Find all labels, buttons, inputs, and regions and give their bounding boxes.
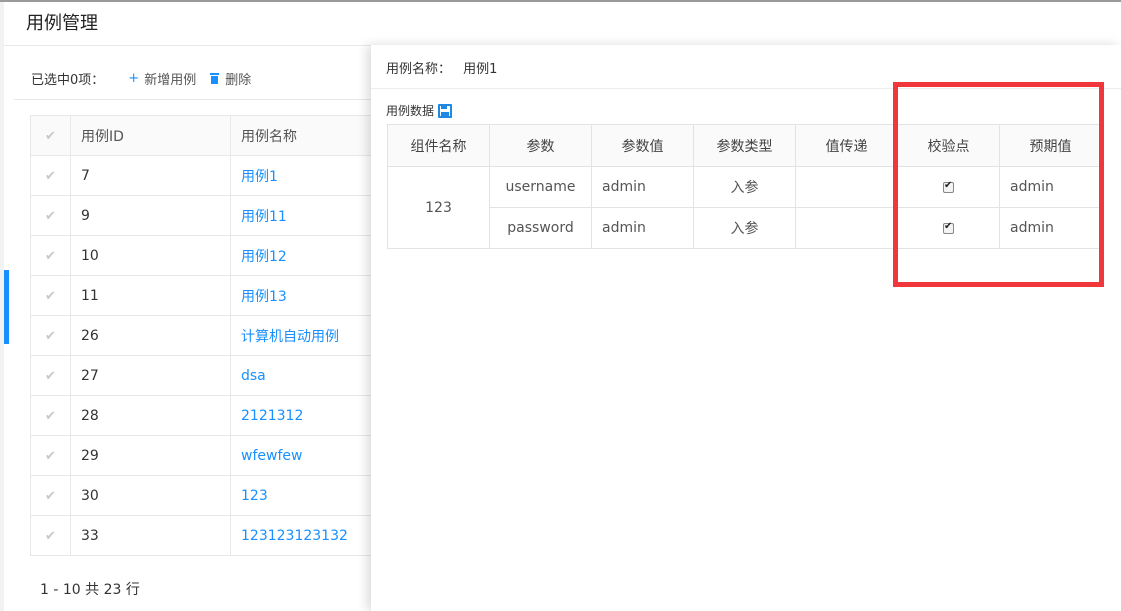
check-icon: ✔ xyxy=(45,128,56,144)
case-name-link[interactable]: dsa xyxy=(241,368,266,384)
case-name-link[interactable]: 计算机自动用例 xyxy=(241,329,339,345)
case-id: 30 xyxy=(70,475,231,516)
case-id: 10 xyxy=(70,235,231,276)
column-header-name[interactable]: 用例名称 xyxy=(230,115,381,156)
column-header-type: 参数类型 xyxy=(693,124,796,167)
case-name-value: 用例1 xyxy=(463,62,498,77)
case-id: 28 xyxy=(70,395,231,436)
save-icon[interactable] xyxy=(438,103,453,118)
case-data-label: 用例数据 xyxy=(386,104,435,118)
case-id: 11 xyxy=(70,275,231,316)
check-icon: ✔ xyxy=(45,208,56,224)
toolbar-divider xyxy=(14,99,374,100)
delete-label: 删除 xyxy=(225,72,252,88)
case-name-link[interactable]: 用例12 xyxy=(241,249,287,265)
row-checkbox[interactable]: ✔ xyxy=(30,315,71,356)
case-id: 26 xyxy=(70,315,231,356)
case-table: ✔ 用例ID 用例名称 ✔ 7 用例1 ✔ 9 用例11 ✔ 10 用例12 ✔ 11 用例13… xyxy=(30,115,381,556)
row-checkbox[interactable]: ✔ xyxy=(30,235,71,276)
case-name-link[interactable]: 123123123132 xyxy=(241,528,348,544)
case-name-link[interactable]: 2121312 xyxy=(241,408,303,424)
case-id: 33 xyxy=(70,515,231,556)
table-row[interactable]: ✔ 29 wfewfew xyxy=(30,435,381,476)
case-data-section: 用例数据 xyxy=(386,102,453,119)
check-icon: ✔ xyxy=(45,288,56,304)
row-checkbox[interactable]: ✔ xyxy=(30,475,71,516)
case-name-link[interactable]: 123 xyxy=(241,488,268,504)
drawer-header: 用例名称： 用例1 xyxy=(386,58,497,77)
case-id: 27 xyxy=(70,355,231,396)
row-checkbox[interactable]: ✔ xyxy=(30,435,71,476)
case-name-link[interactable]: 用例11 xyxy=(241,209,287,225)
table-row[interactable]: ✔ 26 计算机自动用例 xyxy=(30,315,381,356)
check-icon: ✔ xyxy=(45,168,56,184)
plus-icon: + xyxy=(128,70,140,86)
param-name: username xyxy=(489,166,592,208)
param-type: 入参 xyxy=(693,166,796,208)
case-id: 7 xyxy=(70,155,231,196)
column-header-param: 参数 xyxy=(489,124,592,167)
row-checkbox[interactable]: ✔ xyxy=(30,195,71,236)
param-name: password xyxy=(489,207,592,249)
column-header-value: 参数值 xyxy=(591,124,694,167)
value-pass xyxy=(795,207,898,249)
case-name-link[interactable]: 用例13 xyxy=(241,289,287,305)
row-checkbox[interactable]: ✔ xyxy=(30,155,71,196)
check-icon: ✔ xyxy=(45,408,56,424)
check-icon: ✔ xyxy=(45,328,56,344)
list-toolbar: 已选中0项： + 新增用例 删除 xyxy=(31,68,265,88)
column-header-pass: 值传递 xyxy=(795,124,898,167)
add-case-label: 新增用例 xyxy=(144,72,197,88)
table-row[interactable]: ✔ 10 用例12 xyxy=(30,235,381,276)
table-row[interactable]: ✔ 33 123123123132 xyxy=(30,515,381,556)
case-name-label: 用例名称： xyxy=(386,62,452,77)
case-id: 29 xyxy=(70,435,231,476)
table-header-row: ✔ 用例ID 用例名称 xyxy=(30,115,381,156)
highlight-box xyxy=(893,82,1104,287)
check-icon: ✔ xyxy=(45,248,56,264)
column-header-id[interactable]: 用例ID xyxy=(70,115,231,156)
table-row[interactable]: ✔ 7 用例1 xyxy=(30,155,381,196)
pagination-summary: 1 - 10 共 23 行 xyxy=(40,582,140,598)
check-icon: ✔ xyxy=(45,448,56,464)
add-case-button[interactable]: + 新增用例 xyxy=(128,69,196,88)
column-header-component: 组件名称 xyxy=(387,124,490,167)
table-row[interactable]: ✔ 11 用例13 xyxy=(30,275,381,316)
page-title: 用例管理 xyxy=(26,13,98,34)
case-id: 9 xyxy=(70,195,231,236)
check-icon: ✔ xyxy=(45,488,56,504)
table-row[interactable]: ✔ 27 dsa xyxy=(30,355,381,396)
select-all-checkbox[interactable]: ✔ xyxy=(30,115,71,156)
nav-active-indicator xyxy=(4,270,9,344)
param-value: admin xyxy=(591,166,694,208)
table-row[interactable]: ✔ 28 2121312 xyxy=(30,395,381,436)
check-icon: ✔ xyxy=(45,368,56,384)
check-icon: ✔ xyxy=(45,528,56,544)
row-checkbox[interactable]: ✔ xyxy=(30,395,71,436)
component-name: 123 xyxy=(387,166,490,249)
row-checkbox[interactable]: ✔ xyxy=(30,515,71,556)
row-checkbox[interactable]: ✔ xyxy=(30,355,71,396)
table-row[interactable]: ✔ 30 123 xyxy=(30,475,381,516)
case-name-link[interactable]: 用例1 xyxy=(241,169,278,185)
table-row[interactable]: ✔ 9 用例11 xyxy=(30,195,381,236)
case-name-link[interactable]: wfewfew xyxy=(241,448,302,464)
param-type: 入参 xyxy=(693,207,796,249)
row-checkbox[interactable]: ✔ xyxy=(30,275,71,316)
delete-button[interactable]: 删除 xyxy=(210,69,251,88)
selection-count: 已选中0项： xyxy=(31,72,105,88)
param-value: admin xyxy=(591,207,694,249)
value-pass xyxy=(795,166,898,208)
trash-icon xyxy=(210,72,220,84)
